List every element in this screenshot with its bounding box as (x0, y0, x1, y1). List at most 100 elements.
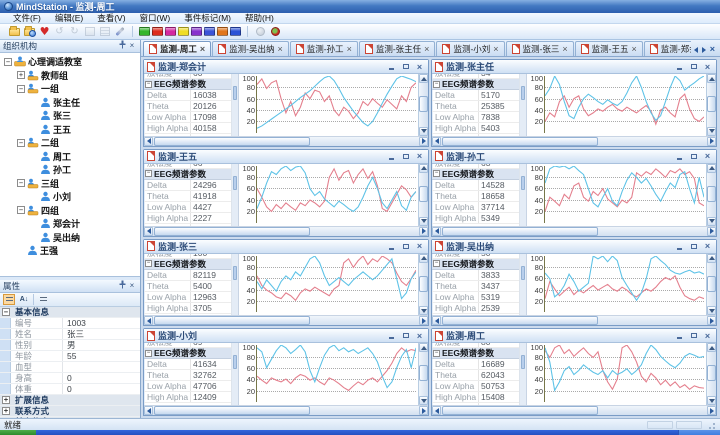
scrollbar-thumb[interactable] (442, 227, 598, 236)
vertical-scrollbar[interactable] (706, 74, 716, 136)
scroll-tabs-left-icon[interactable] (694, 47, 698, 53)
eeg-section-header[interactable]: −EEG频谱参数 (144, 259, 231, 270)
wrench-icon[interactable] (113, 26, 126, 38)
marker-color-swatch[interactable] (230, 27, 241, 36)
minimize-button[interactable] (386, 62, 397, 72)
table-scrollbar[interactable] (520, 343, 527, 405)
panel-titlebar[interactable]: 监测-张主任× (432, 60, 716, 74)
menu-item[interactable]: 事件标记(M) (177, 13, 238, 24)
horizontal-scrollbar[interactable] (144, 315, 428, 325)
scroll-up-icon[interactable] (419, 164, 428, 173)
panel-titlebar[interactable]: 监测-王五× (144, 150, 428, 164)
restore-button[interactable] (400, 62, 411, 72)
scrollbar-thumb[interactable] (521, 355, 525, 369)
panel-titlebar[interactable]: 监测-小刘× (144, 329, 428, 343)
restore-button[interactable] (688, 62, 699, 72)
eeg-section-header[interactable]: −EEG频谱参数 (432, 79, 519, 90)
close-icon[interactable]: × (127, 280, 137, 292)
vertical-scrollbar[interactable] (706, 343, 716, 405)
table-scrollbar[interactable] (232, 343, 239, 405)
collapse-icon[interactable]: − (17, 139, 25, 147)
horizontal-scrollbar[interactable] (144, 405, 428, 415)
collapse-icon[interactable]: − (145, 350, 152, 357)
menu-item[interactable]: 编辑(E) (48, 13, 90, 24)
panel-titlebar[interactable]: 监测-郑会计× (144, 60, 428, 74)
tab-close-icon[interactable]: × (632, 45, 637, 54)
property-category-基本信息[interactable]: −基本信息 (0, 307, 140, 318)
tab-close-icon[interactable]: × (493, 45, 498, 54)
scroll-up-icon[interactable] (419, 343, 428, 352)
minimize-button[interactable] (386, 151, 397, 161)
scrollbar-thumb[interactable] (419, 276, 428, 292)
vertical-scrollbar[interactable] (418, 164, 428, 226)
scroll-down-icon[interactable] (419, 127, 428, 136)
close-button[interactable]: × (702, 151, 713, 161)
property-value[interactable]: 张三 (63, 329, 140, 339)
categorized-icon[interactable] (3, 294, 15, 305)
collapse-icon[interactable]: − (17, 206, 25, 214)
menu-item[interactable]: 窗口(W) (133, 13, 178, 24)
tab-监测-吴出纳[interactable]: 监测-吴出纳× (212, 41, 289, 56)
scroll-tabs-right-icon[interactable] (702, 47, 706, 53)
scrollbar-thumb[interactable] (419, 186, 428, 202)
scrollbar-thumb[interactable] (233, 86, 237, 100)
scroll-right-icon[interactable] (707, 137, 716, 146)
scrollbar-thumb[interactable] (442, 137, 598, 146)
tree-node-孙工[interactable]: 孙工 (2, 163, 140, 177)
collapse-icon[interactable]: − (433, 350, 440, 357)
horizontal-scrollbar[interactable] (144, 226, 428, 236)
scrollbar-thumb[interactable] (154, 316, 310, 325)
tree-node-心理调适教室[interactable]: −心理调适教室 (2, 55, 140, 69)
record-icon[interactable] (269, 26, 282, 38)
scroll-up-icon[interactable] (707, 343, 716, 352)
property-value[interactable]: 1003 (63, 318, 140, 328)
minimize-button[interactable] (674, 331, 685, 341)
tab-监测-张三[interactable]: 监测-张三× (506, 41, 574, 56)
favorites-heart-icon[interactable]: ♥ (38, 26, 51, 38)
scrollbar-thumb[interactable] (521, 176, 525, 190)
restore-button[interactable] (688, 331, 699, 341)
scroll-left-icon[interactable] (432, 137, 441, 146)
restore-button[interactable] (400, 241, 411, 251)
marker-color-swatch[interactable] (178, 27, 189, 36)
scrollbar-thumb[interactable] (442, 316, 598, 325)
eeg-section-header[interactable]: −EEG频谱参数 (432, 348, 519, 359)
tree-node-张三[interactable]: 张三 (2, 109, 140, 123)
scroll-left-icon[interactable] (432, 227, 441, 236)
scroll-left-icon[interactable] (144, 137, 153, 146)
scroll-down-icon[interactable] (419, 217, 428, 226)
tree-node-王强[interactable]: 王强 (2, 244, 140, 258)
panel-titlebar[interactable]: 监测-吴出纳× (432, 240, 716, 254)
property-value[interactable] (63, 362, 140, 372)
scrollbar-thumb[interactable] (442, 406, 598, 415)
collapse-icon[interactable]: − (145, 170, 152, 177)
scroll-down-icon[interactable] (419, 396, 428, 405)
open-folder-icon[interactable] (8, 26, 21, 38)
scrollbar-thumb[interactable] (419, 96, 428, 112)
minimize-button[interactable] (386, 331, 397, 341)
tree-node-一组[interactable]: −一组 (2, 82, 140, 96)
property-value[interactable]: 0 (63, 373, 140, 383)
restore-button[interactable] (400, 151, 411, 161)
close-tab-icon[interactable]: × (710, 45, 715, 54)
close-button[interactable]: × (414, 241, 425, 251)
horizontal-scrollbar[interactable] (432, 315, 716, 325)
scroll-up-icon[interactable] (707, 164, 716, 173)
scrollbar-thumb[interactable] (707, 186, 716, 202)
scroll-left-icon[interactable] (144, 316, 153, 325)
tab-监测-周工[interactable]: 监测-周工× (143, 41, 211, 56)
scrollbar-thumb[interactable] (233, 176, 237, 190)
scroll-right-icon[interactable] (707, 227, 716, 236)
tab-监测-王五[interactable]: 监测-王五× (575, 41, 643, 56)
minimize-button[interactable] (386, 241, 397, 251)
scroll-up-icon[interactable] (419, 74, 428, 83)
tab-close-icon[interactable]: × (562, 45, 567, 54)
eeg-section-header[interactable]: −EEG频谱参数 (432, 169, 519, 180)
minimize-button[interactable] (674, 62, 685, 72)
collapse-icon[interactable]: − (433, 81, 440, 88)
close-button[interactable]: × (702, 62, 713, 72)
table-scrollbar[interactable] (520, 254, 527, 316)
expand-icon[interactable]: + (17, 71, 25, 79)
property-pages-icon[interactable] (37, 294, 49, 305)
tree-node-三组[interactable]: −三组 (2, 177, 140, 191)
